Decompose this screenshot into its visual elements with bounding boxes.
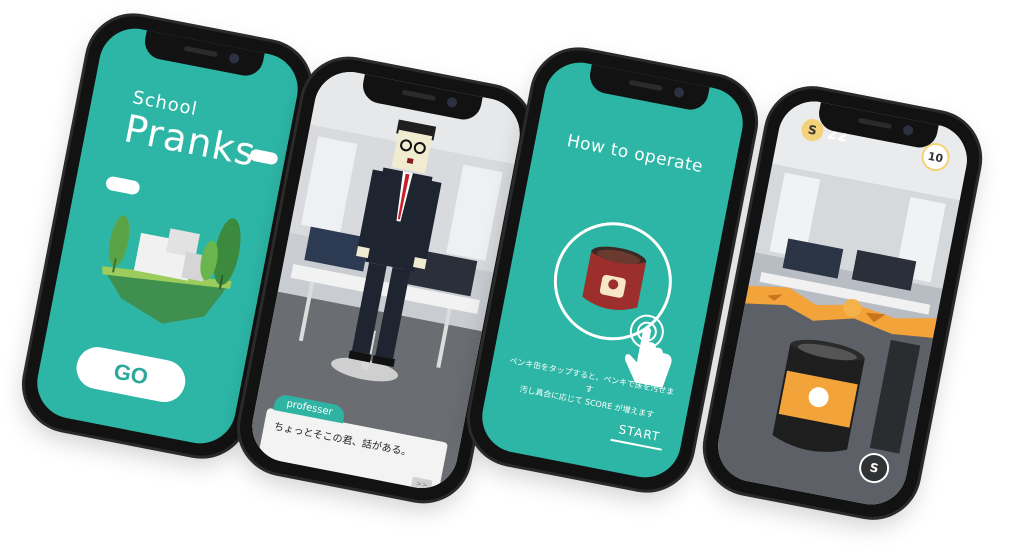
paint-can-icon xyxy=(582,246,647,310)
howto-title: How to operate xyxy=(565,131,705,178)
gameplay-screen: S 22 10 S xyxy=(711,95,974,511)
next-dialog-button[interactable]: >> xyxy=(410,476,433,493)
phone-notch xyxy=(141,28,265,79)
phone-notch xyxy=(586,62,710,113)
go-button[interactable]: GO xyxy=(72,343,189,406)
floating-island-illustration xyxy=(102,215,241,324)
